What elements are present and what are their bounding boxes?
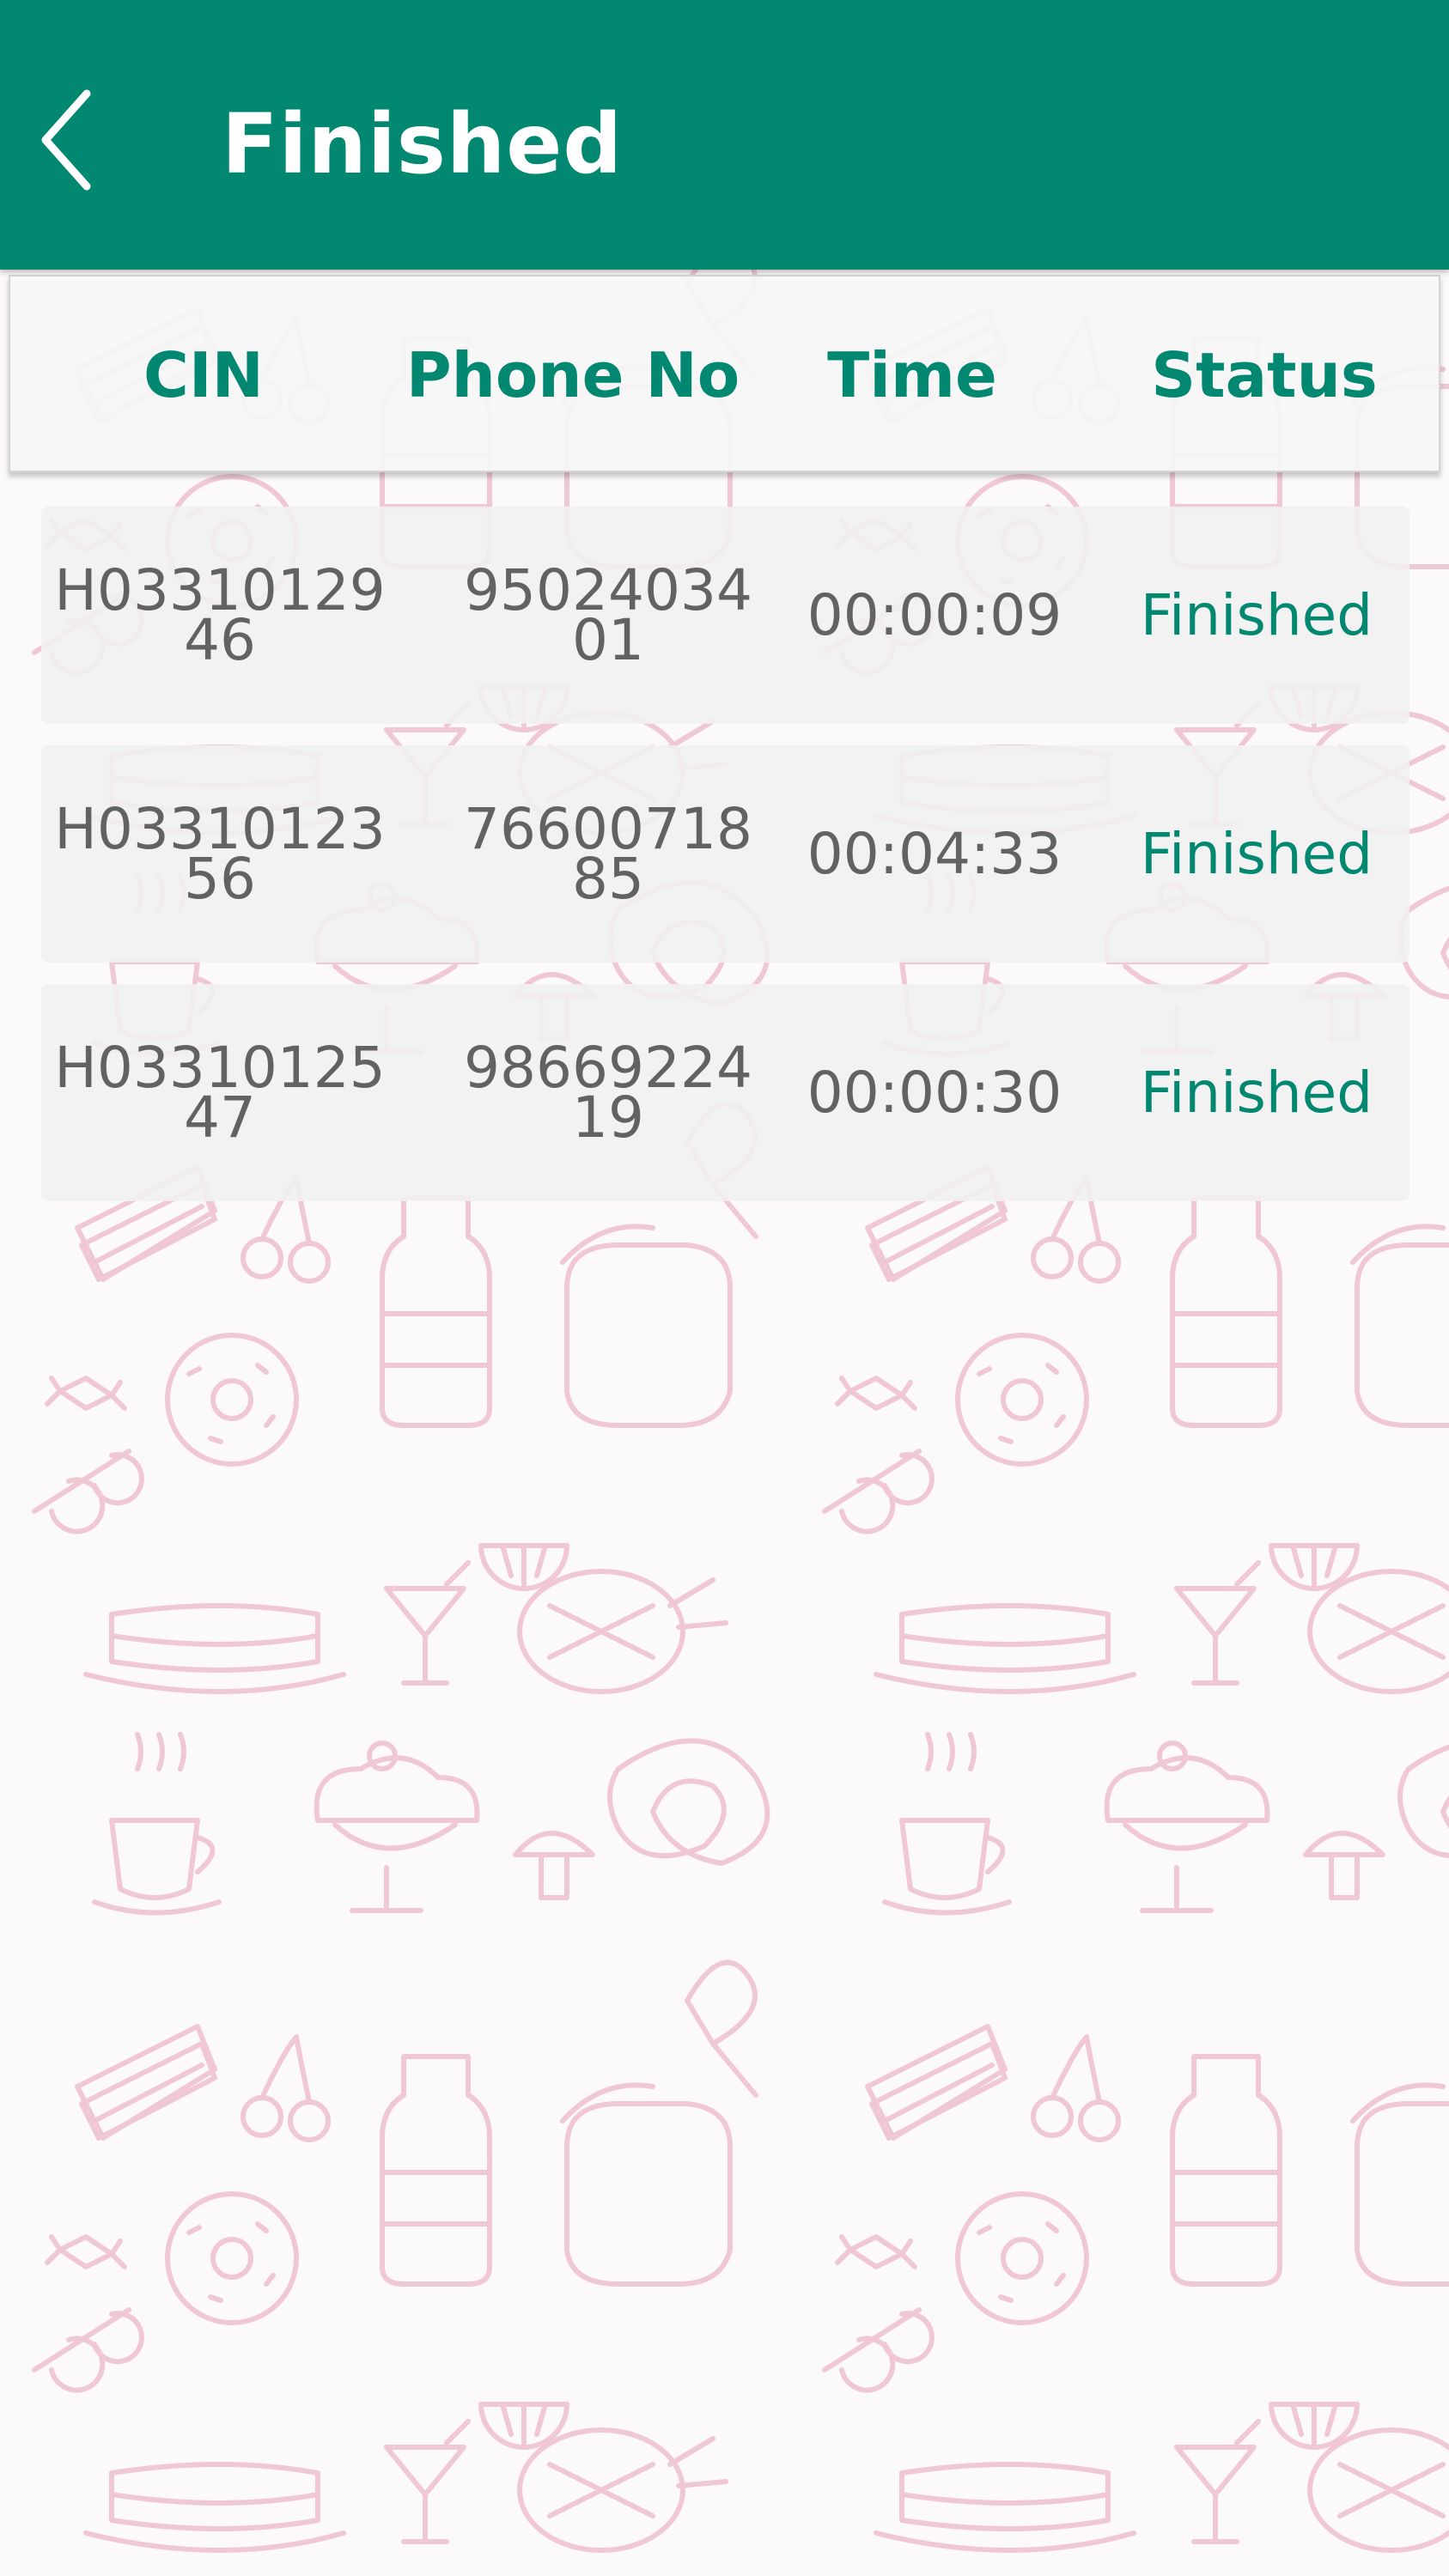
time-cell: 00:00:30 — [807, 1059, 1062, 1126]
column-header-status: Status — [1151, 339, 1378, 411]
phone-cell: 98669224 19 — [411, 984, 806, 1201]
page-title: Finished — [222, 96, 624, 192]
cin-cell: H03310123 56 — [48, 745, 392, 963]
phone-cell: 95024034 01 — [411, 507, 806, 724]
time-cell: 00:00:09 — [807, 581, 1062, 648]
cin-cell: H03310129 46 — [48, 507, 392, 724]
status-cell: Finished — [1140, 581, 1373, 648]
column-header-phone: Phone No — [405, 339, 740, 411]
table-header: CIN Phone No Time Status — [9, 275, 1440, 472]
status-cell: Finished — [1140, 1059, 1373, 1126]
table-row[interactable]: H03310129 46 95024034 01 00:00:09 Finish… — [41, 507, 1409, 724]
phone-cell: 76600718 85 — [411, 745, 806, 963]
table-row[interactable]: H03310123 56 76600718 85 00:04:33 Finish… — [41, 745, 1409, 963]
column-header-cin: CIN — [143, 339, 264, 411]
status-cell: Finished — [1140, 820, 1373, 887]
time-cell: 00:04:33 — [807, 820, 1062, 887]
chevron-left-icon — [37, 88, 97, 195]
column-header-time: Time — [827, 339, 997, 411]
app-bar: Finished — [0, 0, 1449, 270]
cin-cell: H03310125 47 — [48, 984, 392, 1201]
back-button[interactable] — [24, 82, 110, 202]
table-row[interactable]: H03310125 47 98669224 19 00:00:30 Finish… — [41, 984, 1409, 1201]
